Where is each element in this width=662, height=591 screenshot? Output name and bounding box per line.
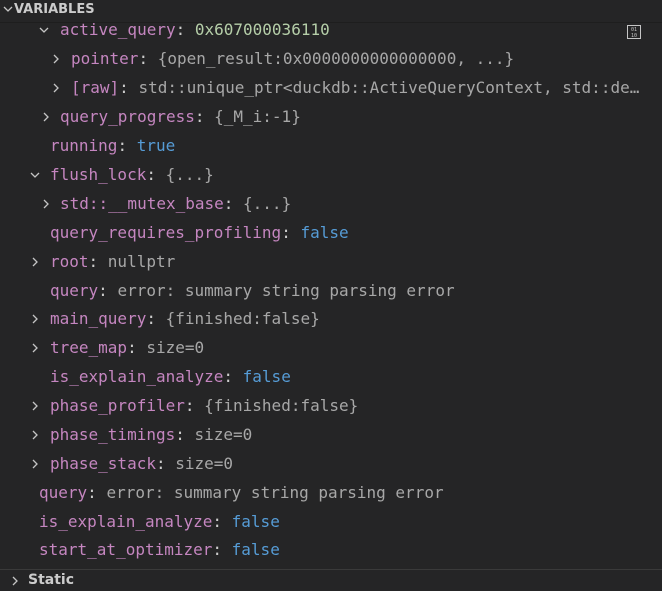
svg-text:10: 10 <box>631 33 637 39</box>
variable-name: is_explain_analyze <box>50 367 224 386</box>
tree-row-running[interactable]: running: true <box>0 132 662 160</box>
chevron-down-icon[interactable] <box>39 25 49 35</box>
tree-row-mutex-base[interactable]: std::__mutex_base: {...} <box>0 190 662 218</box>
chevron-right-icon[interactable] <box>41 112 51 122</box>
variable-name: tree_map <box>50 338 128 357</box>
tree-row-query-progress[interactable]: query_progress: {_M_i:-1} <box>0 103 662 131</box>
variable-value: nullptr <box>107 252 176 271</box>
tree-row-phase-timings[interactable]: phase_timings: size=0 <box>0 421 662 449</box>
tree-row-phase-profiler[interactable]: phase_profiler: {finished:false} <box>0 392 662 420</box>
variable-value: false <box>300 223 349 242</box>
variables-section-header[interactable]: VARIABLES <box>0 0 662 23</box>
chevron-right-icon <box>12 576 18 586</box>
variable-name: phase_profiler <box>50 396 185 415</box>
variable-value: false <box>231 512 280 531</box>
variable-value: error: summary string parsing error <box>106 483 444 502</box>
variable-value: true <box>136 136 176 155</box>
variable-name: root <box>50 252 89 271</box>
variable-value: {...} <box>165 165 214 184</box>
variable-name: phase_timings <box>50 425 176 444</box>
tree-row-query[interactable]: query: error: summary string parsing err… <box>0 479 662 507</box>
chevron-right-icon[interactable] <box>51 83 61 93</box>
tree-row-tree-map[interactable]: tree_map: size=0 <box>0 334 662 362</box>
variable-name: is_explain_analyze <box>39 512 213 531</box>
variable-name: query_requires_profiling <box>50 223 282 242</box>
section-title: VARIABLES <box>14 2 95 17</box>
variable-value: false <box>231 540 280 559</box>
variable-value: size=0 <box>175 454 234 473</box>
tree-row-main-query[interactable]: main_query: {finished:false} <box>0 305 662 333</box>
chevron-right-icon[interactable] <box>30 459 40 469</box>
chevron-down-icon[interactable] <box>30 170 40 180</box>
tree-row-start-at-optimizer[interactable]: start_at_optimizer: false <box>0 536 662 564</box>
chevron-right-icon[interactable] <box>30 343 40 353</box>
variable-name: phase_stack <box>50 454 156 473</box>
static-section-header[interactable]: Static <box>0 569 662 591</box>
variable-name: pointer <box>71 49 139 68</box>
chevron-right-icon[interactable] <box>51 54 61 64</box>
variable-value: error: summary string parsing error <box>117 281 455 300</box>
variable-value: std::unique_ptr<duckdb::ActiveQueryConte… <box>138 78 649 97</box>
variable-value: size=0 <box>194 425 253 444</box>
variable-name: running <box>50 136 118 155</box>
variable-value: false <box>242 367 291 386</box>
variable-name: [raw] <box>71 78 120 97</box>
tree-row-pointer[interactable]: pointer: {open_result:0x0000000000000000… <box>0 45 662 73</box>
variable-value: {...} <box>243 194 292 213</box>
tree-row-root[interactable]: root: nullptr <box>0 248 662 276</box>
tree-row-is-explain-analyze[interactable]: is_explain_analyze: false <box>0 508 662 536</box>
variable-name: query <box>50 281 99 300</box>
chevron-right-icon[interactable] <box>30 257 40 267</box>
chevron-down-icon <box>3 6 13 12</box>
tree-row-phase-stack[interactable]: phase_stack: size=0 <box>0 450 662 478</box>
variable-name: query <box>39 483 88 502</box>
variable-value: {finished:false} <box>204 396 359 415</box>
variable-value: {_M_i:-1} <box>214 107 301 126</box>
variable-name: std::__mutex_base <box>60 194 224 213</box>
tree-row-is-explain-analyze[interactable]: is_explain_analyze: false <box>0 363 662 391</box>
chevron-right-icon[interactable] <box>30 430 40 440</box>
tree-row-query-requires-profiling[interactable]: query_requires_profiling: false <box>0 219 662 247</box>
chevron-right-icon[interactable] <box>41 199 51 209</box>
tree-row-query[interactable]: query: error: summary string parsing err… <box>0 277 662 305</box>
chevron-right-icon[interactable] <box>30 401 40 411</box>
chevron-right-icon[interactable] <box>30 314 40 324</box>
variable-name: flush_lock <box>50 165 147 184</box>
variable-name: main_query <box>50 309 147 328</box>
tree-row-flush-lock[interactable]: flush_lock: {...} <box>0 161 662 189</box>
tree-row-raw[interactable]: [raw]: std::unique_ptr<duckdb::ActiveQue… <box>0 74 662 102</box>
section-title: Static <box>28 572 75 588</box>
variable-value: {finished:false} <box>165 309 320 328</box>
variable-value: {open_result:0x0000000000000000, ...} <box>157 49 515 68</box>
variable-name: start_at_optimizer <box>39 540 213 559</box>
binary-hex-icon[interactable]: 01 10 <box>626 24 642 40</box>
variable-value: size=0 <box>146 338 205 357</box>
variable-name: query_progress <box>60 107 195 126</box>
